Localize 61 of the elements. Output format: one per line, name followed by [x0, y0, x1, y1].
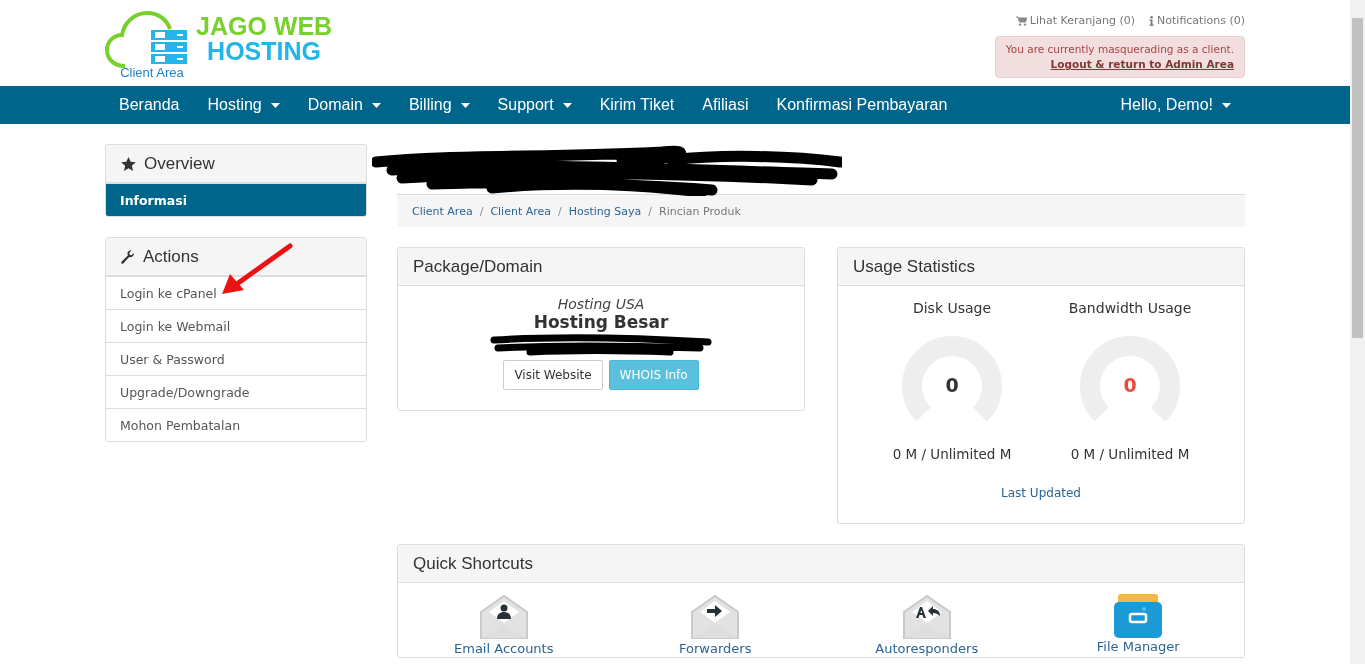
gauge-label: Disk Usage — [912, 300, 992, 316]
shortcut-link[interactable]: File Manager — [1096, 639, 1180, 654]
breadcrumb-item[interactable]: Hosting Saya — [568, 204, 642, 218]
nav-item[interactable]: Hello, Demo! — [1106, 96, 1245, 114]
nav-item[interactable]: Support — [483, 96, 586, 114]
panel-title: Package/Domain — [413, 256, 543, 277]
nav-item[interactable]: Hosting — [193, 96, 294, 114]
breadcrumb-item: Rincian Produk — [659, 204, 741, 218]
scrollbar[interactable] — [1350, 0, 1365, 664]
drawer-icon — [1114, 594, 1163, 638]
sidebar-item[interactable]: Mohon Pembatalan — [106, 408, 366, 441]
breadcrumb-separator: / — [479, 204, 484, 218]
header-link[interactable]: Notifications (0) — [1149, 14, 1245, 27]
caret-icon — [562, 102, 572, 108]
panel-title: Actions — [121, 246, 199, 267]
last-updated-link[interactable]: Last Updated — [838, 486, 1244, 500]
admin-return-link[interactable]: Logout & return to Admin Area — [1005, 57, 1234, 72]
alert-message: You are currently masquerading as a client. — [1005, 43, 1234, 55]
envelope-person-icon — [478, 594, 529, 640]
breadcrumb-item[interactable]: Client Area — [412, 204, 473, 218]
breadcrumb-separator: / — [558, 204, 562, 218]
caret-icon — [460, 102, 470, 108]
product-name: Hosting Besar — [533, 312, 669, 332]
gauge-label: Bandwidth Usage — [1068, 300, 1192, 316]
sidebar-item[interactable]: Upgrade/Downgrade — [106, 375, 366, 408]
shortcut-link[interactable]: Autoresponders — [875, 641, 979, 656]
shortcut-link[interactable]: Forwarders — [679, 641, 752, 656]
panel-title: Usage Statistics — [853, 256, 975, 277]
nav-item[interactable]: Billing — [394, 96, 484, 114]
header-link[interactable]: Lihat Keranjang (0) — [1015, 14, 1136, 27]
sidebar-item[interactable]: Informasi — [106, 183, 366, 216]
cart-icon — [1015, 15, 1027, 26]
panel-title: Overview — [121, 153, 215, 174]
visit-website-button[interactable]: Visit Website — [503, 360, 603, 390]
shortcut-link[interactable]: Email Accounts — [454, 641, 554, 656]
gauge-value: 0 — [944, 374, 960, 396]
sidebar-item[interactable]: User & Password — [106, 342, 366, 375]
product-group: Hosting USA — [557, 296, 645, 312]
usage-reading: 0 M / Unlimited M — [892, 446, 1012, 462]
caret-icon — [371, 102, 381, 108]
sidebar-item[interactable]: Login ke Webmail — [106, 309, 366, 342]
nav-item[interactable]: Afiliasi — [688, 96, 763, 114]
logo-text: HOSTING — [207, 39, 321, 64]
envelope-reply-icon — [901, 594, 952, 640]
usage-reading: 0 M / Unlimited M — [1070, 446, 1190, 462]
breadcrumb-separator: / — [648, 204, 652, 218]
nav-item[interactable]: Konfirmasi Pembayaran — [762, 96, 962, 114]
info-icon — [1149, 15, 1155, 26]
star-icon — [121, 156, 136, 171]
caret-icon — [1222, 102, 1231, 108]
nav-item[interactable]: Beranda — [105, 96, 194, 114]
breadcrumb-item[interactable]: Client Area — [490, 204, 552, 218]
envelope-arrow-icon — [690, 594, 741, 640]
nav-item[interactable]: Kirim Tiket — [585, 96, 689, 114]
logo-caption: Client Area — [120, 65, 184, 80]
gauge-value: 0 — [1122, 374, 1138, 396]
logo-text: JAGO WEB — [196, 14, 333, 39]
panel-title: Quick Shortcuts — [413, 553, 533, 574]
nav-item[interactable]: Domain — [293, 96, 395, 114]
caret-icon — [270, 102, 280, 108]
wrench-icon — [121, 249, 135, 264]
